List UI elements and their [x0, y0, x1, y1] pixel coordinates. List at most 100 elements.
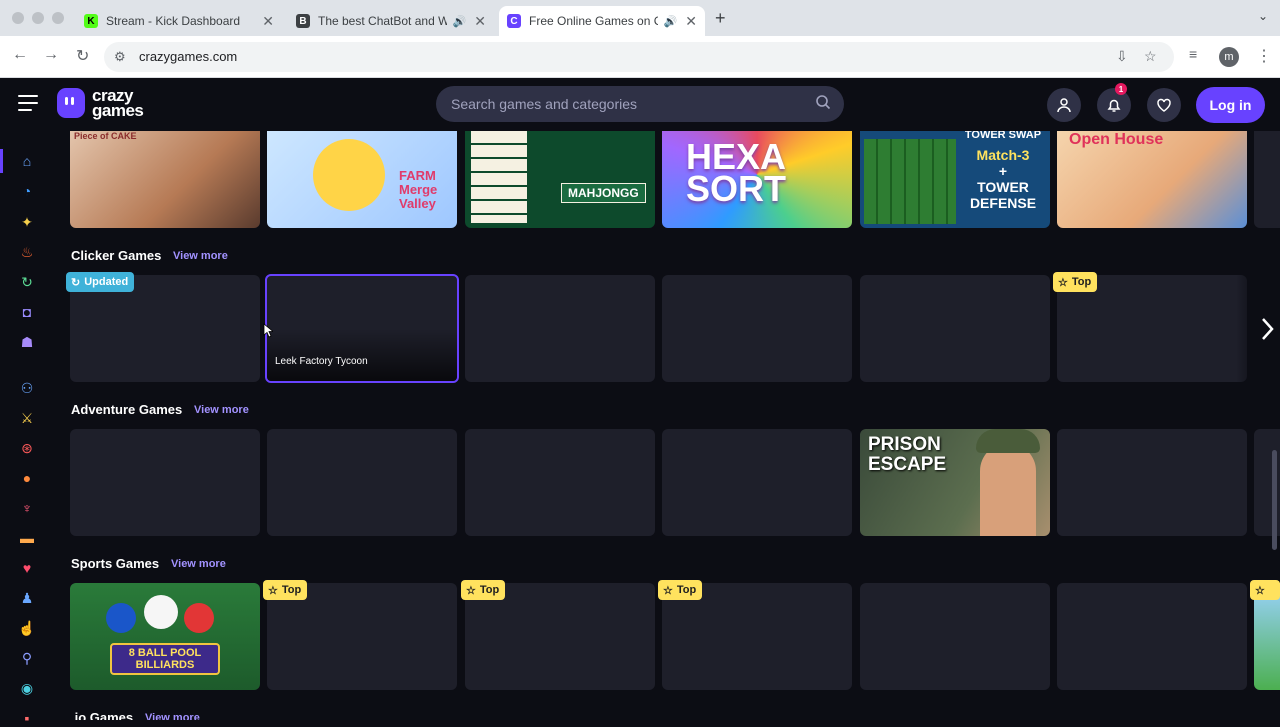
main-content: Piece of CAKE FARM Merge Valley MAHJONGG… [54, 131, 1280, 720]
game-card[interactable]: Open House [1057, 131, 1247, 228]
game-card[interactable] [860, 275, 1050, 382]
speaker-icon[interactable]: 🔊 [453, 15, 467, 28]
site-settings-icon[interactable]: ⚙ [114, 49, 126, 65]
home-icon[interactable]: ⌂ [18, 152, 36, 170]
friends-button[interactable] [1047, 88, 1081, 122]
logo-line-2: games [92, 101, 144, 120]
more-category-icon[interactable]: ▪ [18, 709, 36, 727]
tab-close-icon[interactable]: ✕ [474, 13, 486, 30]
basketball-icon[interactable]: ● [18, 469, 36, 487]
game-card[interactable] [1057, 429, 1247, 536]
top-badge: ☆ Top [461, 580, 506, 600]
carousel-next-button[interactable] [1236, 275, 1280, 382]
beauty-icon[interactable]: ♆ [18, 499, 36, 517]
view-more-link[interactable]: View more [145, 712, 200, 720]
new-sparkle-icon[interactable]: ✦ [18, 213, 36, 231]
game-card[interactable]: FARM Merge Valley [267, 131, 457, 228]
badge-label: Top [479, 584, 500, 596]
menu-hamburger-icon[interactable] [18, 95, 38, 113]
tab-close-icon[interactable]: ✕ [262, 13, 274, 30]
site-logo-text[interactable]: crazy games [92, 87, 144, 120]
profile-avatar[interactable]: m [1219, 47, 1239, 67]
search-placeholder: Search games and categories [451, 96, 637, 112]
row-title-sports[interactable]: Sports Games [71, 556, 159, 571]
crazygames-favicon-icon: C [507, 14, 521, 28]
chatbot-favicon-icon: B [296, 14, 310, 28]
action-sword-icon[interactable]: ⚔ [18, 409, 36, 427]
game-card[interactable] [662, 275, 852, 382]
browser-tab-chatbot[interactable]: B The best ChatBot and Wi 🔊 ✕ [288, 6, 494, 36]
speaker-icon[interactable]: 🔊 [664, 15, 678, 28]
browser-menu-icon[interactable]: ⋮ [1256, 46, 1272, 66]
clicker-icon[interactable]: ☝ [18, 619, 36, 637]
originals-icon[interactable]: ◘ [18, 303, 36, 321]
browser-tab-kick[interactable]: K Stream - Kick Dashboard ✕ [76, 6, 282, 36]
recent-clock-icon[interactable]: ◔ [18, 182, 36, 200]
crazygames-logo-icon[interactable] [57, 88, 85, 118]
favorites-button[interactable] [1147, 88, 1181, 122]
tower-swap-line: TOWER [977, 179, 1029, 195]
bookmark-star-icon[interactable]: ☆ [1144, 48, 1157, 65]
trending-fire-icon[interactable]: ♨ [18, 243, 36, 261]
game-title: MAHJONGG [561, 183, 646, 203]
casual-icon[interactable]: ♟ [18, 589, 36, 607]
game-card[interactable] [860, 583, 1050, 690]
forward-arrow-icon[interactable]: → [43, 46, 59, 64]
row-title-adventure[interactable]: Adventure Games [71, 402, 182, 417]
media-queue-icon[interactable]: ≡ [1189, 46, 1197, 62]
browser-tab-crazygames[interactable]: C Free Online Games on Cra 🔊 ✕ [499, 6, 705, 36]
view-more-link[interactable]: View more [173, 250, 228, 262]
login-button[interactable]: Log in [1196, 87, 1265, 123]
tower-swap-line: + [998, 163, 1008, 179]
game-card[interactable] [267, 429, 457, 536]
driving-wheel-icon[interactable]: ◉ [18, 679, 36, 697]
new-tab-button[interactable]: + [715, 8, 726, 29]
game-card[interactable]: MAHJONGG [465, 131, 655, 228]
tab-search-chevron-icon[interactable]: ⌄ [1258, 9, 1268, 23]
window-minimize-button[interactable] [32, 12, 44, 24]
car-icon[interactable]: ▬ [18, 529, 36, 547]
reload-icon[interactable]: ↻ [76, 46, 89, 66]
game-card[interactable]: HEXA SORT [662, 131, 852, 228]
back-arrow-icon[interactable]: ← [12, 46, 28, 64]
game-card[interactable] [70, 429, 260, 536]
window-maximize-button[interactable] [52, 12, 64, 24]
game-card[interactable] [1254, 131, 1280, 228]
game-card[interactable]: Piece of CAKE [70, 131, 260, 228]
game-card[interactable] [465, 275, 655, 382]
window-close-button[interactable] [12, 12, 24, 24]
game-card[interactable] [465, 429, 655, 536]
game-card[interactable] [1057, 583, 1247, 690]
prison-escape-title: PRISON ESCAPE [868, 435, 946, 475]
search-icon[interactable] [815, 94, 831, 110]
mouse-pointer-icon [263, 323, 273, 338]
card-icon[interactable]: ♥ [18, 559, 36, 577]
page-scrollbar[interactable] [1272, 450, 1277, 550]
badge-label: Updated [84, 276, 129, 288]
game-card-leek-factory-tycoon[interactable]: Leek Factory Tycoon [265, 274, 459, 383]
sidebar: ⌂ ◔ ✦ ♨ ↻ ◘ ☗ ⚇ ⚔ ⊛ ● ♆ ▬ ♥ ♟ ☝ ⚲ ◉ ▪ [0, 131, 54, 726]
adventure-compass-icon[interactable]: ⊛ [18, 439, 36, 457]
search-input[interactable]: Search games and categories [436, 86, 844, 122]
two-player-icon[interactable]: ⚇ [18, 379, 36, 397]
updated-badge: ↻ Updated [66, 272, 135, 292]
tab-close-icon[interactable]: ✕ [685, 13, 697, 30]
notifications-button[interactable] [1097, 88, 1131, 122]
install-app-icon[interactable]: ⇩ [1116, 48, 1128, 65]
game-card[interactable] [662, 429, 852, 536]
game-card-prison-escape[interactable]: PRISON ESCAPE [860, 429, 1050, 536]
pool-title-line: BILLIARDS [135, 659, 195, 671]
kick-favicon-icon: K [84, 14, 98, 28]
controller-icon[interactable]: ⚲ [18, 649, 36, 667]
view-more-link[interactable]: View more [194, 404, 249, 416]
multiplayer-icon[interactable]: ☗ [18, 333, 36, 351]
row-title-clicker[interactable]: Clicker Games [71, 248, 161, 263]
game-card-8-ball-pool[interactable]: 8 BALL POOL BILLIARDS [70, 583, 260, 690]
game-card[interactable]: TOWER SWAP Match-3 + TOWER DEFENSE [860, 131, 1050, 228]
url-omnibox[interactable]: ⚙ crazygames.com ⇩ ☆ [104, 42, 1174, 72]
url-text[interactable]: crazygames.com [139, 49, 237, 64]
view-more-link[interactable]: View more [171, 558, 226, 570]
row-title-io[interactable]: .io Games [71, 710, 133, 720]
tab-title: The best ChatBot and Wi [318, 14, 447, 28]
updated-refresh-icon[interactable]: ↻ [18, 273, 36, 291]
